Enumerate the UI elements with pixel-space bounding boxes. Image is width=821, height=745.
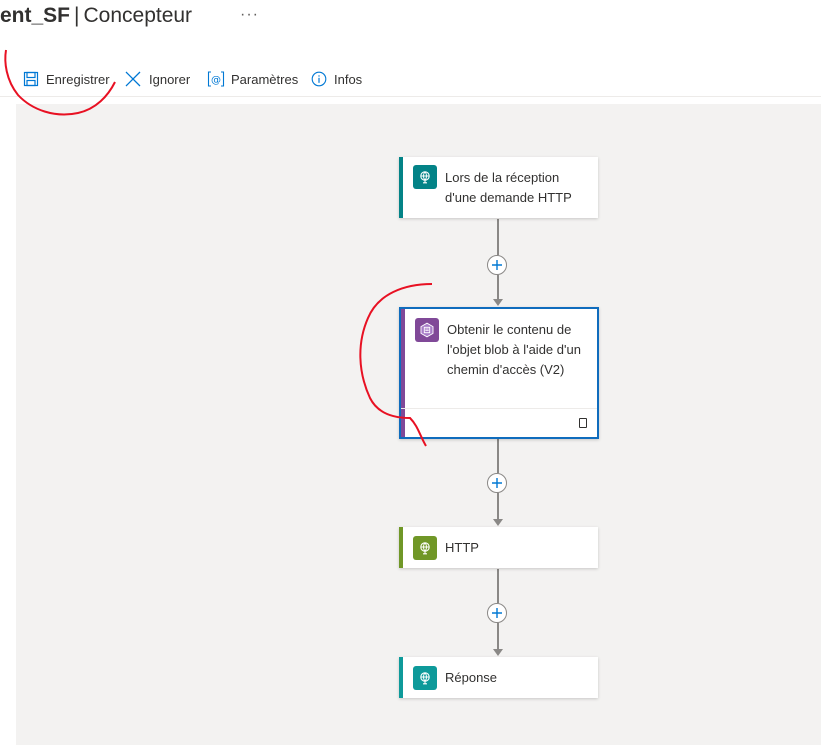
insert-step-button[interactable] bbox=[487, 255, 507, 275]
connector-arrow bbox=[493, 519, 503, 526]
connector-line bbox=[497, 569, 499, 603]
card-title: Lors de la réception d'une demande HTTP bbox=[445, 170, 572, 205]
response-card[interactable]: Réponse bbox=[399, 657, 598, 698]
info-button[interactable]: Infos bbox=[310, 68, 362, 90]
connector-line bbox=[497, 623, 499, 649]
card-accent-bar bbox=[399, 657, 403, 698]
discard-button[interactable]: Ignorer bbox=[124, 68, 190, 90]
plus-icon bbox=[492, 478, 502, 488]
insert-step-button[interactable] bbox=[487, 603, 507, 623]
title-designer: Concepteur bbox=[83, 4, 193, 27]
more-options-button[interactable]: ··· bbox=[240, 6, 259, 24]
globe-icon bbox=[413, 165, 437, 189]
globe-icon bbox=[413, 666, 437, 690]
info-icon bbox=[310, 70, 328, 88]
trigger-http-request-card[interactable]: Lors de la réception d'une demande HTTP bbox=[399, 157, 598, 218]
card-accent-bar bbox=[399, 157, 403, 218]
connector-arrow bbox=[493, 299, 503, 306]
blob-storage-icon bbox=[415, 318, 439, 342]
connection-status-icon bbox=[579, 418, 587, 428]
http-action-card[interactable]: HTTP bbox=[399, 527, 598, 568]
page-title: ent_SF | Concepteur bbox=[0, 4, 192, 28]
insert-step-button[interactable] bbox=[487, 473, 507, 493]
save-label: Enregistrer bbox=[46, 71, 110, 87]
plus-icon bbox=[492, 608, 502, 618]
connector-line bbox=[497, 275, 499, 299]
connector-arrow bbox=[493, 649, 503, 656]
parameters-icon: @ bbox=[206, 70, 225, 88]
card-accent-bar bbox=[399, 527, 403, 568]
globe-icon bbox=[413, 536, 437, 560]
command-bar: Enregistrer Ignorer @ Paramètres Infos bbox=[0, 62, 821, 97]
info-label: Infos bbox=[334, 71, 363, 87]
title-resource-name: ent_SF bbox=[0, 4, 71, 27]
title-separator: | bbox=[74, 4, 80, 27]
connector-line bbox=[497, 493, 499, 519]
save-icon bbox=[22, 70, 40, 88]
parameters-label: Paramètres bbox=[231, 71, 299, 87]
card-title: Obtenir le contenu de l'objet blob à l'a… bbox=[447, 322, 581, 377]
close-icon bbox=[124, 70, 142, 88]
parameters-button[interactable]: @ Paramètres bbox=[206, 68, 298, 90]
card-footer bbox=[401, 408, 597, 437]
card-title: HTTP bbox=[445, 540, 479, 555]
save-button[interactable]: Enregistrer bbox=[22, 68, 110, 90]
get-blob-content-card[interactable]: Obtenir le contenu de l'objet blob à l'a… bbox=[399, 307, 599, 439]
discard-label: Ignorer bbox=[149, 71, 191, 87]
card-title: Réponse bbox=[445, 670, 498, 685]
connector-line bbox=[497, 219, 499, 255]
plus-icon bbox=[492, 260, 502, 270]
svg-text:@: @ bbox=[211, 75, 221, 86]
connector-line bbox=[497, 439, 499, 473]
